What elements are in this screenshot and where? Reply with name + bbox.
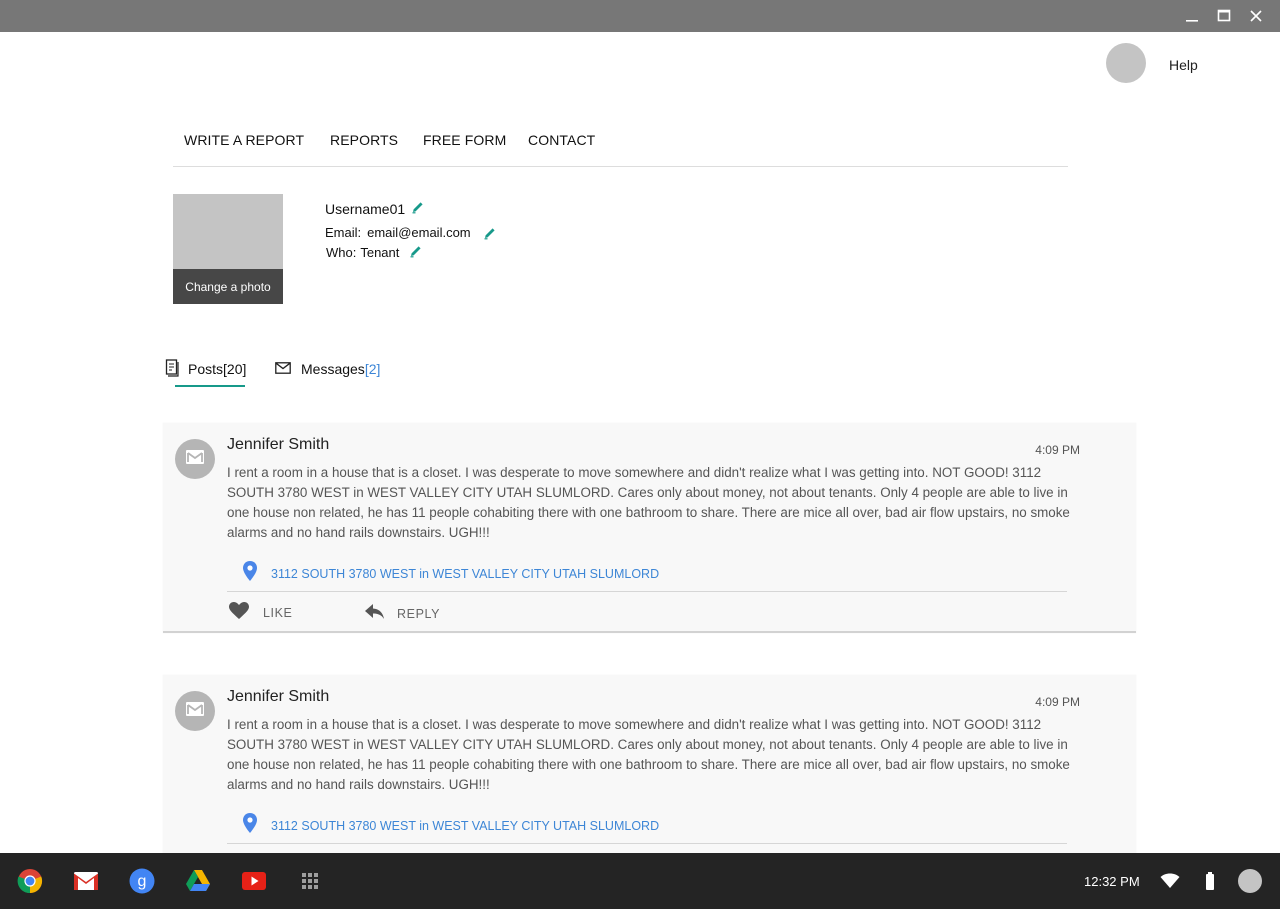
posts-count: [20] — [223, 361, 247, 377]
messages-tab-label: Messages — [301, 361, 365, 377]
profile-photo: Change a photo — [173, 194, 283, 304]
help-link[interactable]: Help — [1169, 57, 1198, 73]
reply-button[interactable]: REPLY — [365, 604, 440, 623]
mail-icon — [275, 361, 291, 377]
messages-count: [2] — [364, 361, 381, 377]
email-row: Email: email@email.com — [325, 222, 497, 243]
edit-username-pencil-icon[interactable] — [411, 200, 425, 217]
window-titlebar — [0, 0, 1280, 32]
google-search-icon[interactable]: g — [129, 868, 155, 894]
who-label: Who: — [326, 245, 357, 260]
heart-icon — [229, 602, 249, 623]
document-icon — [165, 358, 179, 380]
main-nav: WRITE A REPORT REPORTS FREE FORM CONTACT — [173, 114, 1068, 167]
post-time: 4:09 PM — [1035, 443, 1080, 457]
like-label: LIKE — [263, 605, 293, 620]
youtube-icon[interactable] — [241, 868, 267, 894]
author-avatar — [175, 691, 215, 731]
change-photo-button[interactable]: Change a photo — [173, 269, 283, 304]
post-body: I rent a room in a house that is a close… — [227, 717, 1070, 792]
location-pin-icon — [243, 561, 257, 586]
email-label: Email: — [325, 225, 362, 240]
reply-label: REPLY — [397, 606, 441, 621]
post-card: Jennifer Smith 4:09 PM I rent a room in … — [163, 675, 1136, 865]
divider — [227, 843, 1067, 844]
drive-icon[interactable] — [185, 868, 211, 894]
post-location-link[interactable]: 3112 SOUTH 3780 WEST in WEST VALLEY CITY… — [243, 813, 659, 838]
edit-who-pencil-icon[interactable] — [409, 244, 423, 261]
app-launcher-icon[interactable] — [297, 868, 323, 894]
author-avatar — [175, 439, 215, 479]
post-author: Jennifer Smith — [227, 688, 330, 705]
username: Username01 — [325, 200, 406, 217]
nav-free-form[interactable]: FREE FORM — [423, 132, 506, 148]
like-button[interactable]: LIKE — [229, 602, 293, 623]
username-row: Username01 — [325, 200, 425, 217]
post-location: 3112 SOUTH 3780 WEST in WEST VALLEY CITY… — [271, 566, 660, 581]
chrome-icon[interactable] — [17, 868, 43, 894]
email-value: email@email.com — [367, 225, 471, 240]
post-location: 3112 SOUTH 3780 WEST in WEST VALLEY CITY… — [271, 818, 660, 833]
post-location-link[interactable]: 3112 SOUTH 3780 WEST in WEST VALLEY CITY… — [243, 561, 659, 586]
mail-icon — [185, 449, 205, 470]
battery-icon[interactable] — [1205, 872, 1215, 895]
clock[interactable]: 12:32 PM — [1084, 874, 1140, 889]
mail-icon — [185, 701, 205, 722]
reply-icon — [365, 604, 385, 623]
svg-text:g: g — [138, 873, 147, 890]
post-body: I rent a room in a house that is a close… — [227, 465, 1070, 540]
nav-reports[interactable]: REPORTS — [330, 132, 398, 148]
post-card: Jennifer Smith 4:09 PM I rent a room in … — [163, 423, 1136, 633]
post-time: 4:09 PM — [1035, 695, 1080, 709]
nav-write-a-report[interactable]: WRITE A REPORT — [184, 132, 304, 148]
wifi-icon[interactable] — [1160, 873, 1180, 894]
post-author: Jennifer Smith — [227, 436, 330, 453]
minimize-icon[interactable] — [1182, 6, 1202, 26]
who-value: Tenant — [360, 245, 400, 260]
location-pin-icon — [243, 813, 257, 838]
maximize-icon[interactable] — [1214, 6, 1234, 26]
user-avatar[interactable] — [1106, 43, 1146, 83]
who-row: Who: Tenant — [326, 244, 423, 261]
nav-contact[interactable]: CONTACT — [528, 132, 595, 148]
taskbar: g 12:32 PM — [0, 853, 1280, 909]
edit-email-pencil-icon[interactable] — [483, 226, 497, 243]
tab-messages[interactable]: Messages [2] — [275, 358, 380, 380]
user-avatar[interactable] — [1238, 869, 1262, 893]
divider — [227, 591, 1067, 592]
tab-posts[interactable]: Posts [20] — [165, 358, 246, 380]
close-icon[interactable] — [1246, 6, 1266, 26]
gmail-icon[interactable] — [73, 868, 99, 894]
active-tab-indicator — [175, 385, 245, 387]
posts-tab-label: Posts — [188, 361, 224, 377]
